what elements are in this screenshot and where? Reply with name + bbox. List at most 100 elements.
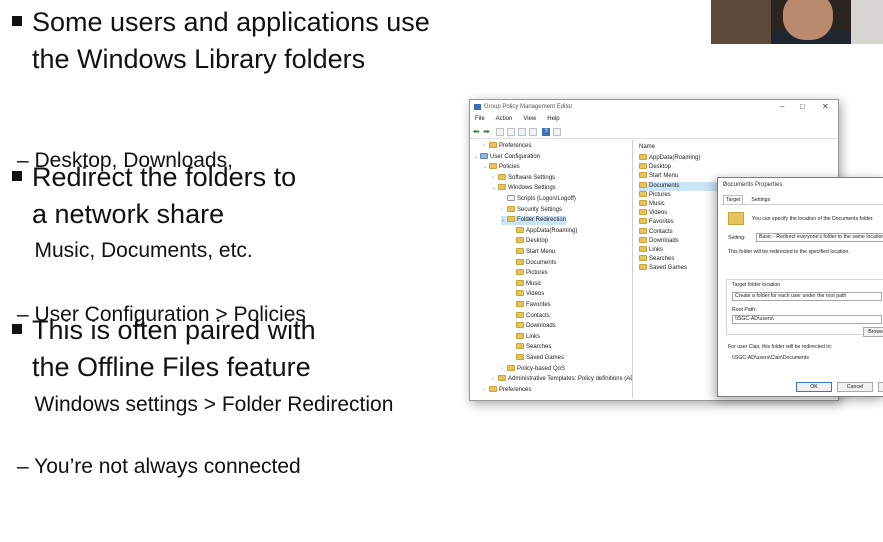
cancel-button[interactable]: Cancel [837, 382, 873, 392]
gpme-title: Group Policy Management Editor [484, 104, 573, 110]
folder-icon [507, 216, 515, 223]
list-item-label: Documents [649, 182, 680, 189]
setting-select[interactable]: Basic - Redirect everyone's folder to th… [756, 233, 883, 242]
tree-item-label: Windows Settings [508, 185, 556, 192]
tree-item-label: Desktop [526, 238, 549, 245]
script-icon [507, 195, 515, 201]
tree-item[interactable]: Saved Games [510, 354, 564, 363]
sub-bullet-3-line-1: – You’re not always connected [17, 455, 301, 478]
list-item[interactable]: Favorites [639, 218, 674, 227]
tree-item[interactable]: Videos [510, 290, 544, 299]
folder-icon [639, 200, 647, 206]
microphone-icon [851, 0, 883, 44]
ok-button[interactable]: OK [796, 382, 832, 392]
up-folder-icon[interactable] [496, 128, 504, 136]
folder-icon [516, 301, 524, 307]
minimize-icon[interactable]: – [780, 102, 784, 111]
bullet-1-line-1: Some users and applications use [32, 7, 430, 37]
target-folder-select[interactable]: Create a folder for each user under the … [732, 292, 882, 301]
tree-item-label: Favorites [526, 302, 551, 308]
tree-item[interactable]: › Security Settings [501, 205, 562, 215]
forward-arrow-icon[interactable]: ➡ [483, 128, 491, 136]
tree-item[interactable]: Favorites [510, 301, 551, 310]
tree-item[interactable]: › Preferences [483, 142, 531, 151]
tree-item[interactable]: Pictures [510, 269, 548, 278]
tree-item-label: Policy-based QoS [517, 365, 566, 372]
tree-item[interactable]: ⌄ Folder Redirection [501, 216, 567, 226]
list-item[interactable]: Pictures [639, 190, 671, 200]
folder-icon [498, 173, 506, 180]
bullet-1-line-2: the Windows Library folders [32, 44, 366, 74]
gpme-titlebar: Group Policy Management Editor – □ ✕ [470, 100, 838, 114]
list-item-label: Pictures [649, 191, 671, 198]
tree-item[interactable]: Desktop [510, 237, 548, 246]
folder-icon [498, 375, 506, 382]
console-icon[interactable] [553, 128, 561, 136]
list-item[interactable]: Desktop [639, 163, 671, 172]
list-item[interactable]: Music [639, 200, 665, 209]
menu-view[interactable]: View [523, 116, 536, 122]
maximize-icon[interactable]: □ [800, 102, 805, 111]
bullet-3-line-2: the Offline Files feature [32, 352, 311, 382]
menu-help[interactable]: Help [547, 116, 559, 122]
browse-button[interactable]: Browse... [863, 327, 883, 337]
tree-item-label: Preferences [499, 143, 532, 149]
list-item-label: AppData(Roaming) [649, 155, 701, 161]
folder-icon [516, 279, 524, 286]
folder-icon [516, 269, 524, 276]
tree-item[interactable]: ⌄ Windows Settings [492, 184, 556, 193]
tree-item[interactable]: Links [510, 332, 541, 342]
tree-item[interactable]: Documents [510, 258, 556, 268]
tree-item[interactable]: › Policy-based QoS [501, 364, 566, 374]
bullet-2-line-1: Redirect the folders to [32, 162, 297, 192]
folder-icon [639, 163, 647, 170]
list-item[interactable]: Contacts [639, 227, 673, 237]
folder-icon [639, 172, 647, 179]
tree-item-label: Links [526, 333, 541, 340]
list-item[interactable]: AppData(Roaming) [639, 154, 700, 163]
list-item[interactable]: Start Menu [639, 172, 678, 181]
list-item[interactable]: Downloads [639, 236, 679, 246]
documents-properties-dialog: Documents Properties ? Target Settings Yo… [717, 177, 883, 397]
back-arrow-icon[interactable]: ⬅ [473, 128, 481, 136]
folder-icon [516, 311, 524, 318]
folder-icon [516, 290, 524, 297]
close-icon[interactable]: ✕ [822, 102, 829, 111]
tree-item[interactable]: › Software Settings [492, 173, 555, 183]
slide-text: Some users and applications use the Wind… [0, 0, 470, 478]
list-item[interactable]: Videos [639, 209, 667, 218]
show-hide-tree-icon[interactable] [507, 128, 515, 136]
properties-icon[interactable] [518, 128, 526, 136]
list-item[interactable]: Saved Games [639, 264, 687, 273]
dialog-help-icon[interactable]: ? [723, 182, 881, 188]
menu-file[interactable]: File [475, 116, 485, 122]
folder-icon [507, 364, 515, 371]
tree-item[interactable]: ⌄ User Configuration [474, 152, 540, 162]
menu-action[interactable]: Action [496, 116, 513, 122]
gpme-tree-pane: › Preferences ⌄ User Configuration ⌄ Policies… [470, 140, 633, 398]
list-item[interactable]: Searches [639, 255, 674, 264]
tree-item-label: Administrative Templates: Policy definit… [508, 376, 633, 383]
folder-icon [498, 184, 506, 191]
tree-item[interactable]: › Preferences [483, 385, 531, 395]
tree-item[interactable]: AppData(Roaming) [510, 226, 577, 236]
list-item[interactable]: Documents [639, 181, 719, 191]
tree-item-label: Downloads [526, 323, 556, 330]
tree-item[interactable]: Downloads [510, 322, 556, 331]
root-path-input[interactable]: \\SGC-AD\users\ [732, 315, 882, 324]
column-header-name[interactable]: Name [639, 144, 655, 150]
tree-item[interactable]: Scripts (Logon/Logoff) [501, 195, 576, 204]
export-list-icon[interactable] [529, 128, 537, 136]
tree-item[interactable]: Start Menu [510, 248, 555, 257]
list-item[interactable]: Links [639, 246, 663, 255]
tree-item[interactable]: Music [510, 279, 542, 289]
apply-button[interactable] [878, 382, 883, 392]
dialog-info-text: You can specify the location of the Docu… [752, 216, 874, 222]
folder-icon [516, 343, 524, 350]
tree-item[interactable]: ⌄ Policies [483, 163, 520, 172]
tree-item[interactable]: › Administrative Templates: Policy defini… [492, 375, 633, 384]
help-icon[interactable]: ? [542, 128, 550, 136]
tree-item[interactable]: Searches [510, 343, 551, 352]
tab-settings[interactable]: Settings [749, 196, 772, 204]
tree-item[interactable]: Contacts [510, 311, 550, 321]
